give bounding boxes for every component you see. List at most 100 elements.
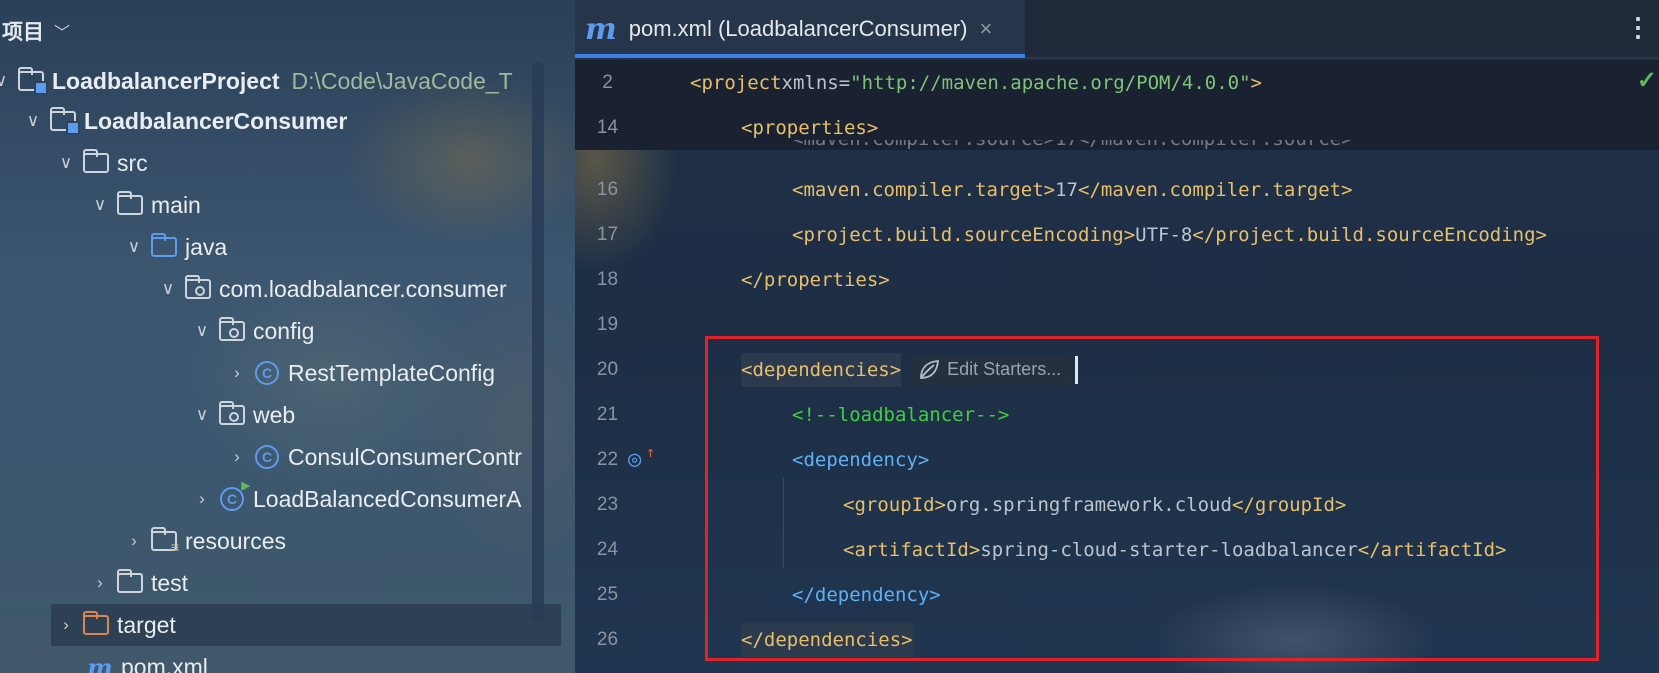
chevron-right-icon[interactable]: › <box>51 615 81 635</box>
tree-item-test[interactable]: › test <box>85 562 575 604</box>
line-number: 23 <box>596 493 619 515</box>
tree-item-src[interactable]: ∨ src <box>51 142 575 184</box>
tree-item-label: LoadbalancerProject <box>52 67 280 94</box>
tree-item-consul-consumer-controller[interactable]: › C ConsulConsumerContr <box>222 436 575 478</box>
source-folder-icon <box>149 233 179 260</box>
tree-item-resources[interactable]: › resources <box>119 520 575 562</box>
line-number: 24 <box>596 538 619 560</box>
code-text: <project xmlns= "http://maven.apache.org/… <box>690 71 1262 94</box>
code-line-20[interactable]: 20 <dependencies> Edit Starters... <box>575 347 1659 392</box>
tree-item-label: target <box>117 611 176 638</box>
code-line-26[interactable]: 26 </dependencies> <box>575 617 1659 662</box>
chevron-down-icon[interactable]: ﹀ <box>54 19 70 43</box>
project-panel-header[interactable]: 项目 ﹀ <box>0 0 575 62</box>
chevron-down-icon[interactable]: ∨ <box>18 111 48 131</box>
tree-item-label: RestTemplateConfig <box>288 359 496 386</box>
tree-item-config[interactable]: ∨ config <box>187 310 575 352</box>
tab-pom-xml[interactable]: m pom.xml (LoadbalancerConsumer) × <box>575 0 1025 58</box>
code-text: <artifactId> spring-cloud-starter-loadbal… <box>843 538 1507 561</box>
tree-item-label: ConsulConsumerContr <box>288 443 522 470</box>
code-text: <groupId> org.springframework.cloud </grou… <box>843 493 1347 516</box>
class-icon: C <box>252 360 282 386</box>
excluded-folder-icon <box>81 611 111 638</box>
tree-item-label: pom.xml <box>121 653 208 673</box>
tree-item-loadbalancer-consumer[interactable]: ∨ LoadbalancerConsumer <box>18 100 575 142</box>
chevron-right-icon[interactable]: › <box>222 447 252 467</box>
chevron-down-icon[interactable]: ∨ <box>187 321 217 341</box>
dependency-navigate-icon[interactable]: ◎ ↑ <box>628 443 655 472</box>
close-icon[interactable]: × <box>979 16 992 42</box>
editor: m pom.xml (LoadbalancerConsumer) × ⋮ 2 <… <box>575 0 1659 673</box>
maven-file-icon: m <box>87 652 113 673</box>
line-number: 16 <box>596 178 619 200</box>
code-text: <dependency> <box>792 448 930 471</box>
module-folder-icon <box>16 67 48 95</box>
code-line-19[interactable]: 19 <box>575 302 1659 347</box>
tree-item-application-class[interactable]: › C LoadBalancedConsumerA <box>187 478 575 520</box>
line-number: 21 <box>596 403 619 425</box>
tree-item-label: com.loadbalancer.consumer <box>219 275 507 302</box>
code-line-18[interactable]: 18 </properties> <box>575 257 1659 302</box>
code-text: <properties> <box>741 116 879 139</box>
tree-item-web[interactable]: ∨ web <box>187 394 575 436</box>
code-line-17[interactable]: 17 <project.build.sourceEncoding> UTF-8 </… <box>575 212 1659 257</box>
tree-item-java[interactable]: ∨ java <box>119 226 575 268</box>
code-text: </dependency> <box>792 583 941 606</box>
text-cursor <box>1075 355 1079 384</box>
code-line-25[interactable]: 25 </dependency> <box>575 572 1659 617</box>
edit-starters-button[interactable]: Edit Starters... <box>911 354 1072 385</box>
module-folder-icon <box>48 107 80 135</box>
chevron-down-icon[interactable]: ∨ <box>153 279 183 299</box>
code-text: <maven.compiler.target> 17 </maven.compile… <box>792 178 1353 201</box>
tree-item-target[interactable]: › target <box>51 604 561 646</box>
code-text: <maven.compiler.source>17</maven.compile… <box>792 140 1353 150</box>
chevron-down-icon[interactable]: ∨ <box>187 405 217 425</box>
code-text: <project.build.sourceEncoding> UTF-8 </pro… <box>792 223 1547 246</box>
chevron-down-icon[interactable]: ∨ <box>85 195 115 215</box>
more-options-icon[interactable]: ⋮ <box>1625 12 1651 43</box>
tree-item-loadbalancer-project[interactable]: ∨ LoadbalancerProject D:\Code\JavaCode_T <box>0 60 546 102</box>
tree-item-pom-xml[interactable]: m pom.xml <box>85 646 575 673</box>
chevron-right-icon[interactable]: › <box>222 363 252 383</box>
chevron-down-icon[interactable]: ∨ <box>0 71 16 91</box>
package-icon <box>217 317 247 344</box>
tree-item-label: src <box>117 149 148 176</box>
chevron-down-icon[interactable]: ∨ <box>51 153 81 173</box>
line-number: 25 <box>596 583 619 605</box>
tree-item-rest-template-config[interactable]: › C RestTemplateConfig <box>222 352 575 394</box>
code-text: </properties> <box>741 268 890 291</box>
tree-item-package-consumer[interactable]: ∨ com.loadbalancer.consumer <box>153 268 575 310</box>
line-number: 14 <box>596 116 619 138</box>
line-number: 2 <box>602 71 613 93</box>
tree-item-main[interactable]: ∨ main <box>85 184 575 226</box>
line-number: 19 <box>596 313 619 335</box>
line-number: 26 <box>596 628 619 650</box>
chevron-right-icon[interactable]: › <box>119 531 149 551</box>
class-icon: C <box>252 444 282 470</box>
code-line-23[interactable]: 23 <groupId> org.springframework.cloud </g… <box>575 482 1659 527</box>
tree-item-label: resources <box>185 527 286 554</box>
folder-icon <box>115 191 145 218</box>
package-icon <box>217 401 247 428</box>
chevron-right-icon[interactable]: › <box>85 573 115 593</box>
package-icon <box>183 275 213 302</box>
chevron-right-icon[interactable]: › <box>187 489 217 509</box>
spring-leaf-icon <box>920 359 940 379</box>
chevron-down-icon[interactable]: ∨ <box>119 237 149 257</box>
resources-folder-icon <box>149 527 179 555</box>
project-panel-scrollbar[interactable] <box>532 62 544 622</box>
tree-item-label: web <box>253 401 296 428</box>
code-line-21[interactable]: 21 <!--loadbalancer--> <box>575 392 1659 437</box>
code-text: <dependencies> Edit Starters... <box>741 352 1079 387</box>
code-text: </dependencies> <box>741 622 913 657</box>
code-line-2[interactable]: 2 <project xmlns= "http://maven.apache.or… <box>575 60 1659 105</box>
code-line-24[interactable]: 24 <artifactId> spring-cloud-starter-load… <box>575 527 1659 572</box>
line-number: 20 <box>596 358 619 380</box>
line-number: 18 <box>596 268 619 290</box>
project-panel: 项目 ﹀ ∨ LoadbalancerProject D:\Code\JavaC… <box>0 0 575 673</box>
code-text: <!--loadbalancer--> <box>792 403 1010 426</box>
code-line-16[interactable]: 16 <maven.compiler.target> 17 </maven.comp… <box>575 167 1659 212</box>
project-panel-title: 项目 <box>2 20 44 44</box>
code-line-22[interactable]: 22 ◎ ↑ <dependency> <box>575 437 1659 482</box>
folder-icon <box>81 149 111 176</box>
